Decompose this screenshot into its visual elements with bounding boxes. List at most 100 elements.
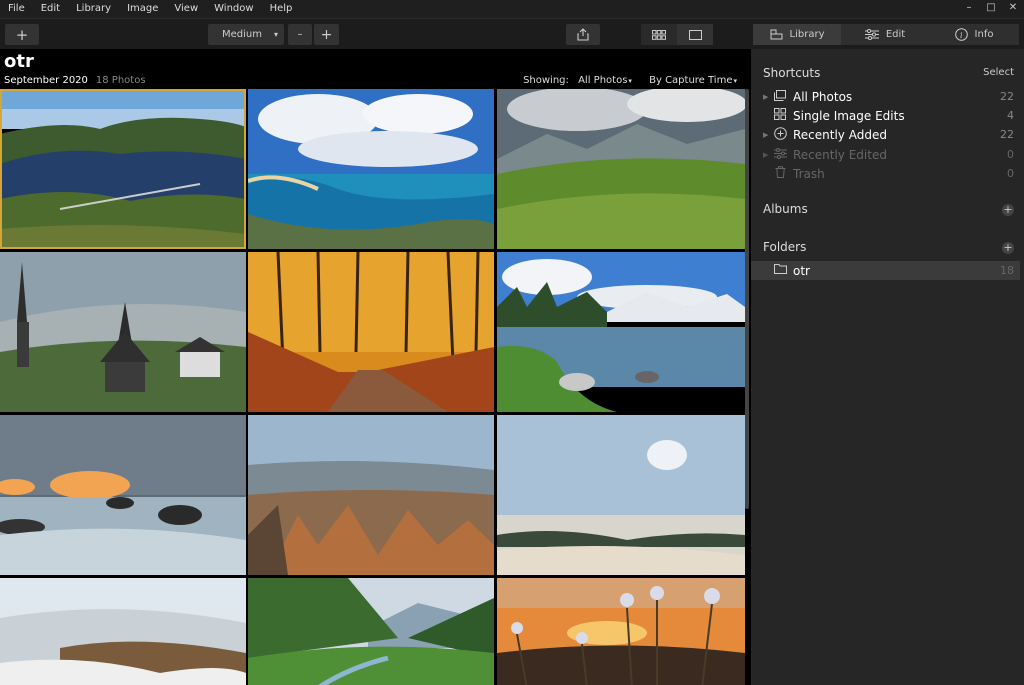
photos-icon [773, 89, 787, 104]
menu-help[interactable]: Help [262, 0, 301, 18]
shortcut-count: 0 [1007, 148, 1014, 161]
photo-thumbnail[interactable] [497, 578, 745, 685]
photo-thumbnail[interactable] [248, 415, 494, 575]
tab-info-label: Info [974, 29, 994, 40]
folder-icon [773, 264, 787, 277]
showing-value: All Photos [578, 75, 628, 86]
filter-bar: Showing: All Photos▾ By Capture Time▾ [517, 75, 737, 86]
maximize-button[interactable]: □ [980, 0, 1002, 18]
toolbar: + Medium ▾ – + Library Edit i Info [0, 18, 1024, 50]
photo-thumbnail[interactable] [497, 415, 745, 575]
chevron-down-icon: ▾ [733, 77, 737, 85]
folder-count: 18 [1000, 264, 1014, 277]
folder-item-otr[interactable]: otr 18 [751, 261, 1020, 280]
size-dropdown[interactable]: Medium ▾ [208, 24, 284, 45]
misty-hill-photo [0, 578, 246, 685]
menu-file[interactable]: File [0, 0, 33, 18]
autumn-forest-photo [248, 252, 494, 412]
shortcut-recently-edited[interactable]: ▶ Recently Edited 0 [751, 145, 1024, 164]
grid-view-icon [652, 29, 666, 40]
minimize-button[interactable]: – [958, 0, 980, 18]
tab-edit-label: Edit [885, 29, 906, 40]
shortcut-label: All Photos [793, 89, 853, 104]
photo-thumbnail[interactable] [0, 578, 246, 685]
shortcut-count: 0 [1007, 167, 1014, 180]
folder-label: otr [793, 263, 810, 278]
library-panel: Shortcuts Select ▶ All Photos 22 Single … [751, 49, 1024, 685]
view-toggle [641, 24, 713, 45]
mountain-meadow-photo [497, 89, 745, 249]
trash-icon [773, 166, 787, 181]
photo-thumbnail[interactable] [497, 89, 745, 249]
photo-grid-area: otr September 2020 18 Photos Showing: All… [0, 49, 751, 685]
chevron-down-icon: ▾ [628, 77, 632, 85]
select-button[interactable]: Select [983, 67, 1014, 78]
add-album-button[interactable]: + [1002, 204, 1014, 216]
album-date: September 2020 [4, 75, 88, 86]
shortcut-label: Trash [793, 166, 825, 181]
close-button[interactable]: ✕ [1002, 0, 1024, 18]
photo-thumbnail[interactable] [248, 578, 494, 685]
menu-bar: File Edit Library Image View Window Help… [0, 0, 1024, 18]
svg-text:i: i [960, 31, 963, 40]
zoom-out-button[interactable]: – [288, 24, 312, 45]
photo-thumbnail[interactable] [497, 252, 745, 412]
tab-library[interactable]: Library [753, 24, 841, 45]
photo-thumbnail[interactable] [248, 252, 494, 412]
chevron-down-icon: ▾ [273, 30, 278, 39]
sort-filter[interactable]: By Capture Time▾ [649, 75, 737, 86]
single-view-icon [688, 29, 702, 40]
add-folder-button[interactable]: + [1002, 242, 1014, 254]
grid-view-button[interactable] [641, 24, 677, 45]
menu-library[interactable]: Library [68, 0, 119, 18]
shortcut-trash[interactable]: Trash 0 [751, 164, 1024, 183]
info-icon: i [954, 28, 968, 41]
menu-window[interactable]: Window [206, 0, 261, 18]
menu-edit[interactable]: Edit [33, 0, 68, 18]
rocky-sea-photo [0, 415, 246, 575]
shortcut-label: Recently Added [793, 127, 887, 142]
grid-icon [773, 108, 787, 123]
menu-view[interactable]: View [166, 0, 206, 18]
share-button[interactable] [566, 24, 600, 45]
window-controls: – □ ✕ [958, 0, 1024, 18]
shortcut-label: Recently Edited [793, 147, 887, 162]
showing-filter[interactable]: All Photos▾ [578, 75, 632, 86]
shortcut-single-image-edits[interactable]: Single Image Edits 4 [751, 106, 1024, 125]
sort-value: By Capture Time [649, 75, 733, 86]
shortcut-count: 22 [1000, 128, 1014, 141]
scrollbar[interactable] [745, 89, 749, 509]
menu-image[interactable]: Image [119, 0, 166, 18]
mode-tabs: Library Edit i Info [753, 24, 1019, 45]
expand-arrow-icon[interactable]: ▶ [763, 93, 768, 101]
shortcut-all-photos[interactable]: ▶ All Photos 22 [751, 87, 1024, 106]
tab-library-label: Library [789, 29, 825, 40]
green-valley-photo [248, 578, 494, 685]
albums-heading: Albums [763, 202, 808, 216]
add-button[interactable]: + [5, 24, 39, 45]
village-church-photo [0, 252, 246, 412]
photo-thumbnail[interactable] [0, 252, 246, 412]
tab-edit[interactable]: Edit [841, 24, 929, 45]
foggy-valley-photo [497, 415, 745, 575]
expand-arrow-icon[interactable]: ▶ [763, 131, 768, 139]
single-view-button[interactable] [677, 24, 713, 45]
expand-arrow-icon[interactable]: ▶ [763, 151, 768, 159]
beach-photo [248, 89, 494, 249]
shortcut-count: 22 [1000, 90, 1014, 103]
shortcut-label: Single Image Edits [793, 108, 905, 123]
zoom-in-button[interactable]: + [314, 24, 339, 45]
shortcut-recently-added[interactable]: ▶ Recently Added 22 [751, 125, 1024, 144]
alpine-lake-photo [497, 252, 745, 412]
tab-info[interactable]: i Info [929, 24, 1019, 45]
plus-circle-icon [773, 126, 787, 143]
photo-thumbnail[interactable] [0, 89, 246, 249]
photo-thumbnail[interactable] [248, 89, 494, 249]
sliders-icon [773, 147, 787, 162]
album-subtitle: September 2020 18 Photos [4, 75, 146, 86]
sunset-flowers-photo [497, 578, 745, 685]
photo-count: 18 Photos [95, 75, 146, 86]
showing-label: Showing: [523, 75, 569, 86]
photo-thumbnail[interactable] [0, 415, 246, 575]
sliders-icon [864, 29, 879, 40]
